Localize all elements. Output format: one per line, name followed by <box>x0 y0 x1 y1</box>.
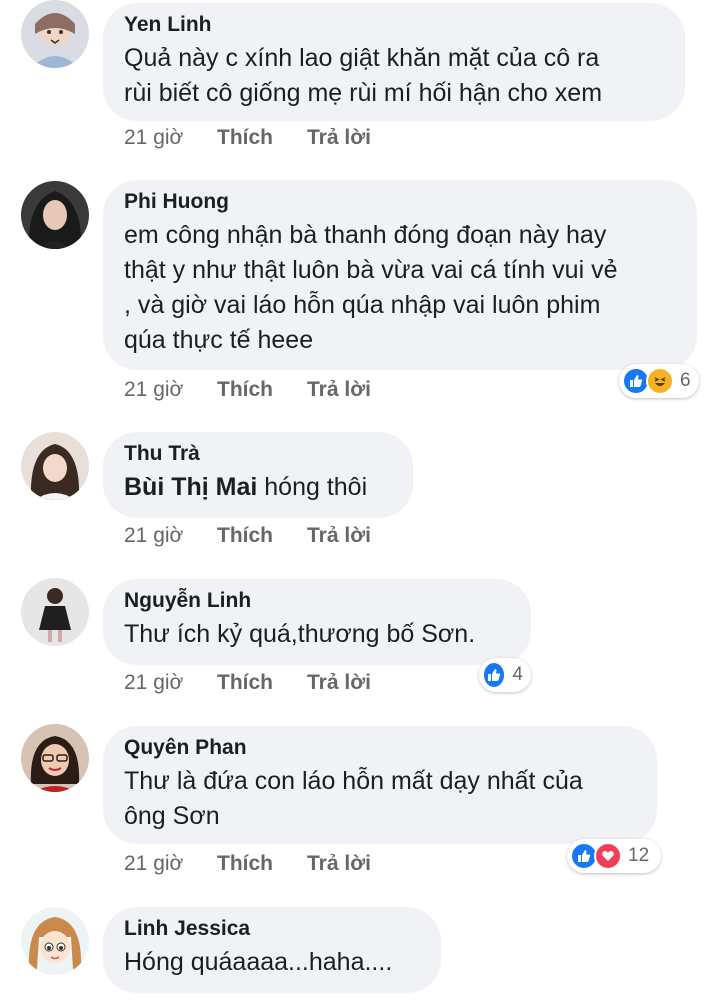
comment-bubble: Thu Trà Bùi Thị Mai hóng thôi <box>103 432 413 518</box>
comment-bubble: Quyên Phan Thư là đứa con láo hỗn mất dạ… <box>103 726 657 844</box>
comment-actions: 21 giờ Thích Trả lời <box>124 126 371 150</box>
comment-bubble: Nguyễn Linh Thư ích kỷ quá,thương bố Sơn… <box>103 579 531 665</box>
comment-bubble: Yen Linh Quả này c xính lao giật khăn mặ… <box>103 3 685 121</box>
comment-bubble: Phi Huong em công nhận bà thanh đóng đoạ… <box>103 180 697 370</box>
comment-timestamp[interactable]: 21 giờ <box>124 524 217 548</box>
reply-link[interactable]: Trả lời <box>307 852 371 876</box>
reaction-summary[interactable]: 4 <box>479 658 531 692</box>
love-icon <box>594 842 622 870</box>
comment-text: Quả này c xính lao giật khăn mặt của cô … <box>124 44 603 107</box>
reply-link[interactable]: Trả lời <box>307 524 371 548</box>
comment-text: Hóng quáaaaa...haha.... <box>124 948 393 976</box>
comment-timestamp[interactable]: 21 giờ <box>124 671 217 695</box>
mention-link[interactable]: Bùi Thị Mai <box>124 473 257 501</box>
comment-actions: 21 giờ Thích Trả lời <box>124 378 371 402</box>
comment-text: em công nhận bà thanh đóng đoạn này hay … <box>124 221 618 354</box>
reaction-count: 6 <box>680 370 691 391</box>
avatar[interactable] <box>21 181 89 249</box>
comment-text: Bùi Thị Mai hóng thôi <box>124 473 368 501</box>
haha-icon <box>646 367 674 395</box>
comment-author[interactable]: Thu Trà <box>124 442 391 466</box>
comment-text: Thư là đứa con láo hỗn mất dạy nhất của … <box>124 767 583 830</box>
like-link[interactable]: Thích <box>217 852 307 876</box>
reply-link[interactable]: Trả lời <box>307 126 371 150</box>
reply-link[interactable]: Trả lời <box>307 671 371 695</box>
comment-text: Thư ích kỷ quá,thương bố Sơn. <box>124 620 476 648</box>
reaction-summary[interactable]: 6 <box>619 364 699 398</box>
comment-timestamp[interactable]: 21 giờ <box>124 126 217 150</box>
like-icon <box>482 661 507 689</box>
comment-actions: 21 giờ Thích Trả lời <box>124 524 371 548</box>
reaction-summary[interactable]: 12 <box>567 839 661 873</box>
reaction-count: 12 <box>628 845 650 866</box>
comment-author[interactable]: Nguyễn Linh <box>124 589 509 613</box>
reaction-count: 4 <box>512 664 523 685</box>
comment-bubble: Linh Jessica Hóng quáaaaa...haha.... <box>103 907 441 993</box>
comment-actions: 21 giờ Thích Trả lời <box>124 671 371 695</box>
comment-timestamp[interactable]: 21 giờ <box>124 378 217 402</box>
avatar[interactable] <box>21 907 89 975</box>
like-link[interactable]: Thích <box>217 378 307 402</box>
like-link[interactable]: Thích <box>217 126 307 150</box>
comment-actions: 21 giờ Thích Trả lời <box>124 852 371 876</box>
comment-author[interactable]: Phi Huong <box>124 190 675 214</box>
comment-timestamp[interactable]: 21 giờ <box>124 852 217 876</box>
comment-author[interactable]: Quyên Phan <box>124 736 635 760</box>
avatar[interactable] <box>21 0 89 68</box>
like-link[interactable]: Thích <box>217 671 307 695</box>
avatar[interactable] <box>21 724 89 792</box>
like-link[interactable]: Thích <box>217 524 307 548</box>
comment-author[interactable]: Linh Jessica <box>124 917 419 941</box>
avatar[interactable] <box>21 578 89 646</box>
avatar[interactable] <box>21 432 89 500</box>
comment-author[interactable]: Yen Linh <box>124 13 663 37</box>
reply-link[interactable]: Trả lời <box>307 378 371 402</box>
